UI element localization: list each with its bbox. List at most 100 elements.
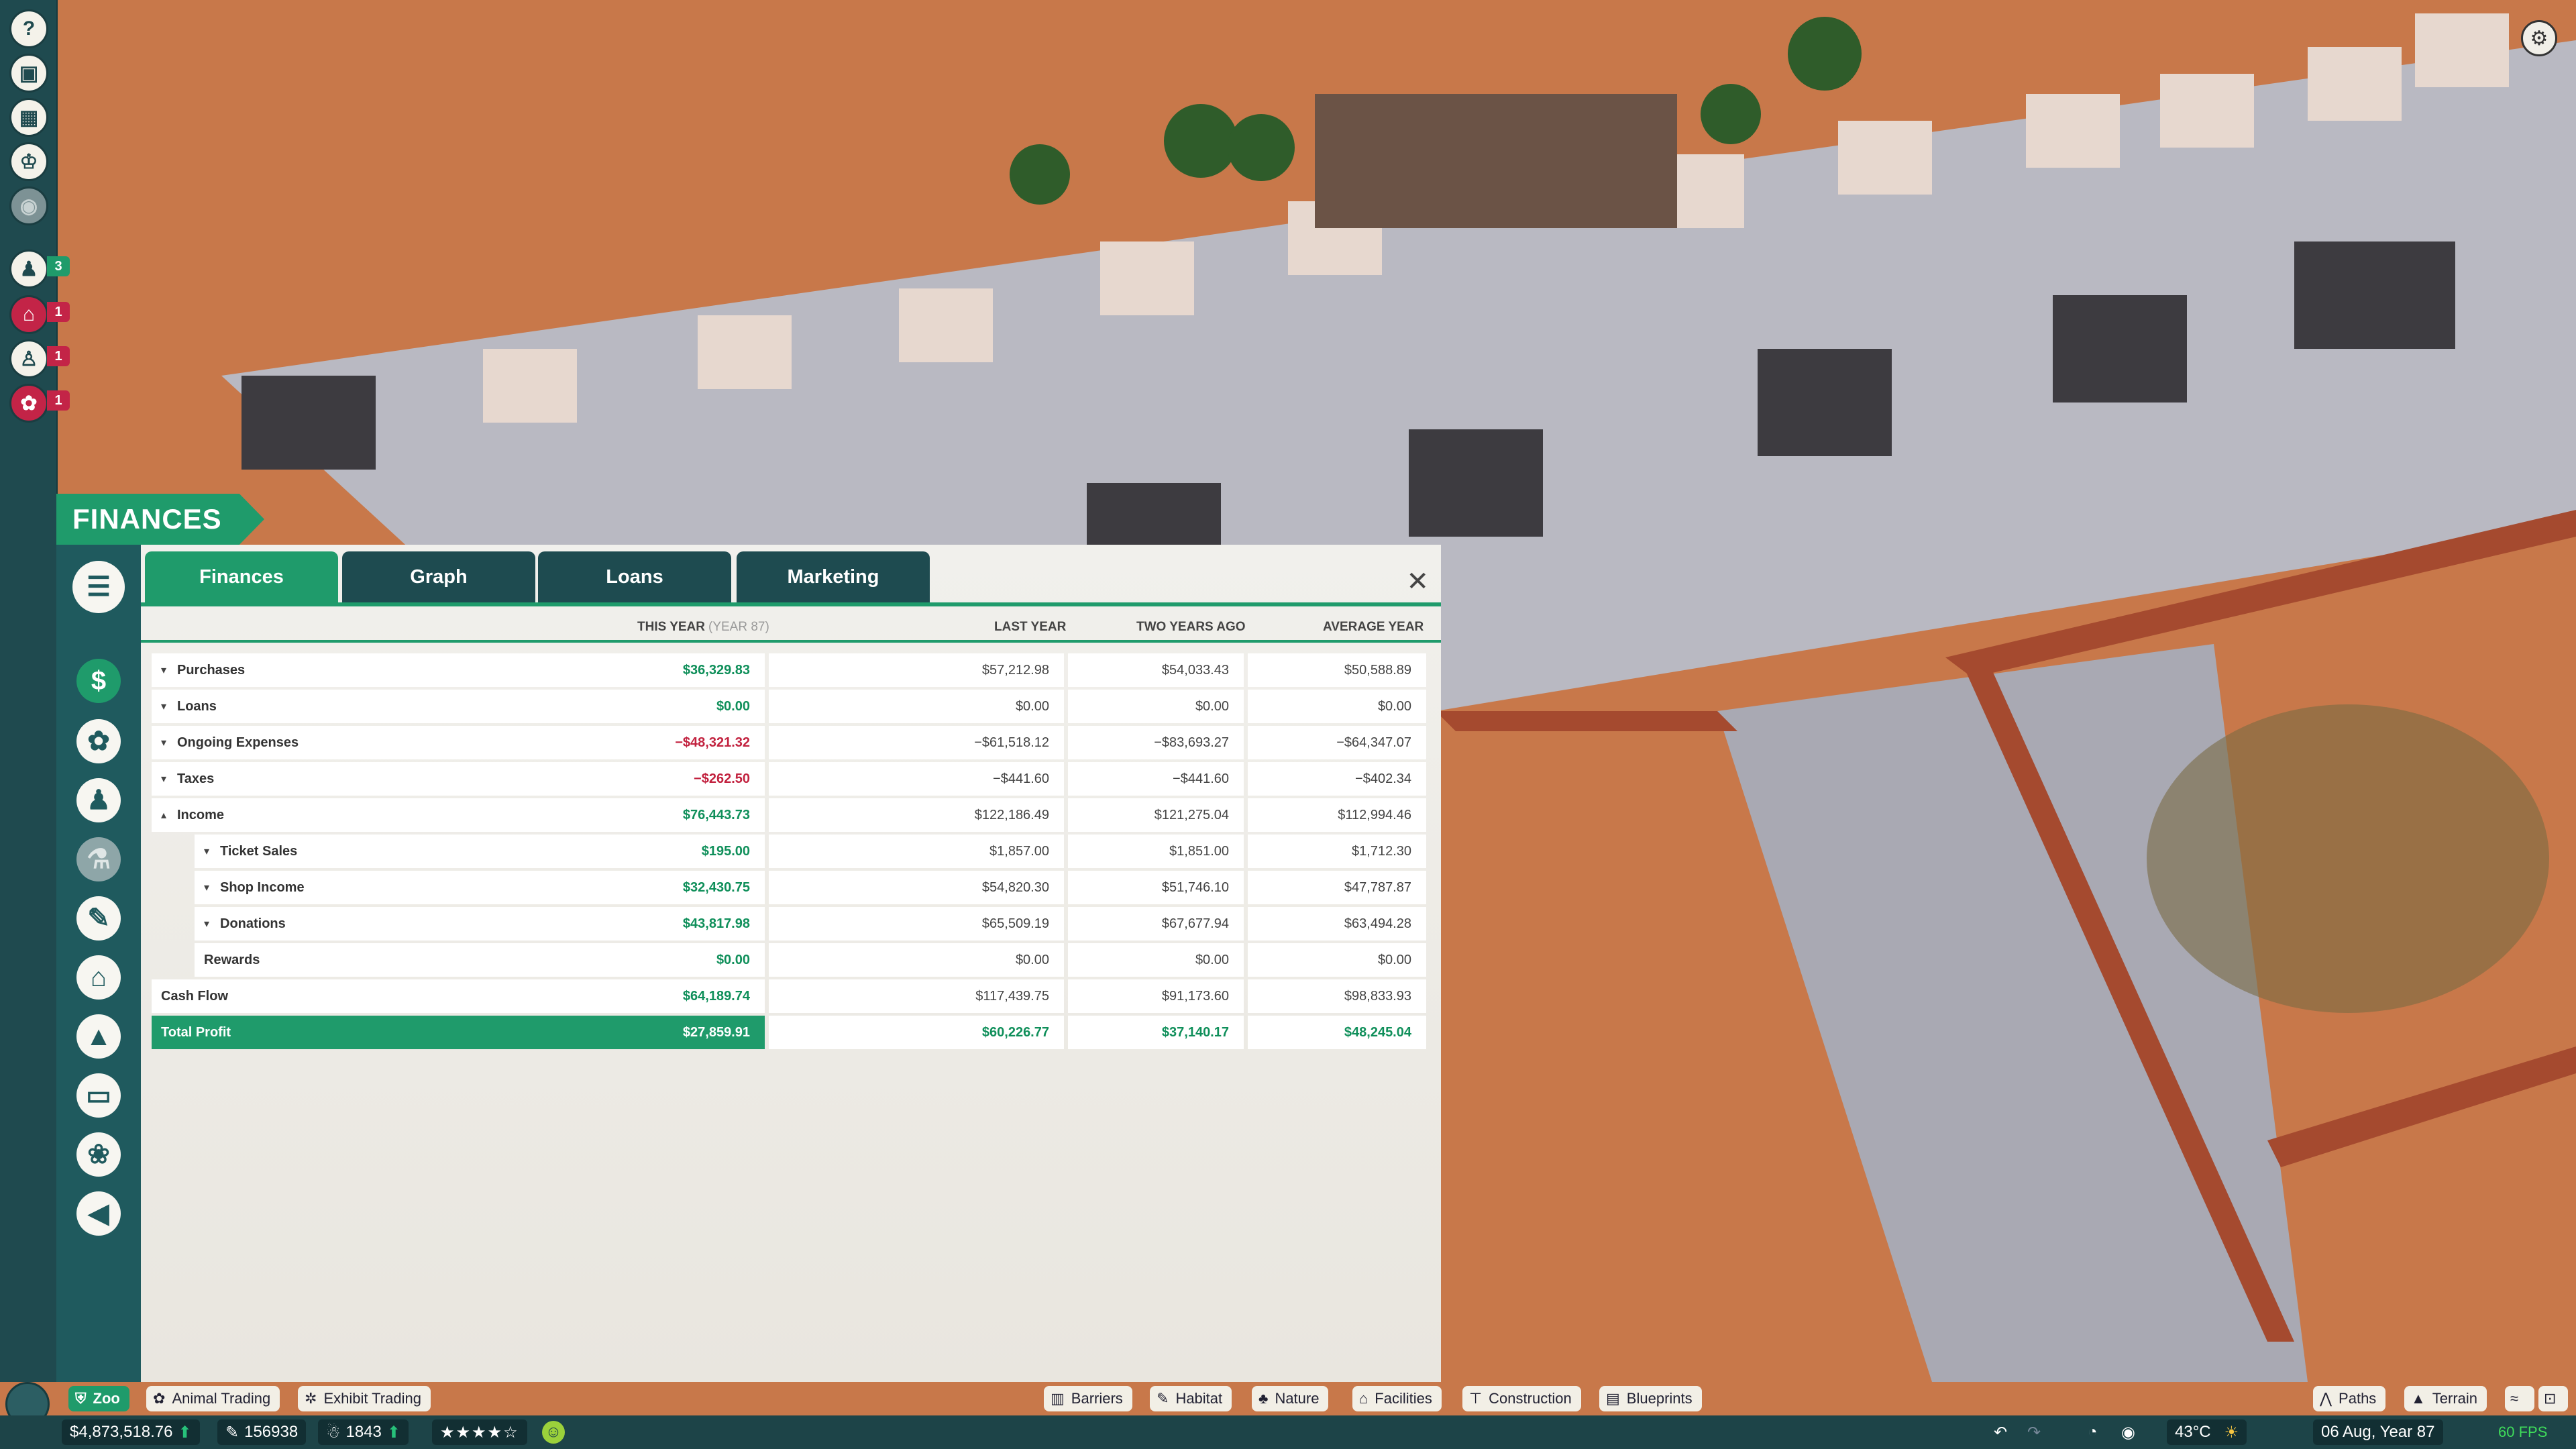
staff-alert-icon[interactable]: ♟ [9, 250, 48, 288]
construction-button[interactable]: ⊤ Construction [1462, 1386, 1581, 1411]
guests-display[interactable]: ☃ 1843 ⬆ [318, 1419, 409, 1445]
close-icon[interactable]: ✕ [1406, 566, 1429, 597]
finances-money-icon[interactable]: $ [76, 659, 121, 703]
barriers-button[interactable]: ▥ Barriers [1044, 1386, 1132, 1411]
average-year-value: $48,245.04 [1248, 1016, 1426, 1049]
transport-icon[interactable]: ▭ [76, 1073, 121, 1118]
happy-face-icon[interactable]: ☺ [542, 1419, 565, 1445]
expand-caret-icon[interactable]: ▾ [161, 736, 177, 749]
finances-window-title: FINANCES [56, 494, 264, 545]
settings-gear-icon[interactable]: ⚙ [2521, 20, 2557, 56]
education-icon[interactable]: ▲ [76, 1014, 121, 1059]
water-tool-button[interactable]: ≈ [2505, 1386, 2534, 1411]
two-years-ago-value: $121,275.04 [1068, 798, 1244, 832]
facilities-button[interactable]: ⌂ Facilities [1352, 1386, 1442, 1411]
habitat-button[interactable]: ✎ Habitat [1150, 1386, 1232, 1411]
path-icon: ⋀ [2320, 1390, 2332, 1407]
two-years-ago-value: $1,851.00 [1068, 835, 1244, 868]
this-year-value: $27,859.91 [682, 1024, 750, 1040]
expand-caret-icon[interactable]: ▾ [161, 663, 177, 677]
tab-graph[interactable]: Graph [342, 551, 535, 602]
nature-label: Nature [1275, 1390, 1320, 1407]
table-row-total-profit: Total Profit $27,859.91 $60,226.77 $37,14… [152, 1016, 1426, 1049]
staff-alert-count: 3 [47, 256, 70, 276]
table-row-ticket-sales[interactable]: ▾ Ticket Sales $195.00 $1,857.00 $1,851.00… [152, 835, 1426, 868]
exhibit-trading-button[interactable]: ✲ Exhibit Trading [298, 1386, 431, 1411]
staff-icon[interactable]: ♟ [76, 778, 121, 822]
col-this-year: THIS YEAR [637, 620, 706, 634]
expand-caret-icon[interactable]: ▾ [161, 772, 177, 786]
management-sidebar: ☰ $ ✿ ♟ ⚗ ✎ ⌂ ▲ ▭ ❀ ◀ [56, 545, 141, 1382]
conservation-display[interactable]: ✎ 156938 [217, 1419, 307, 1445]
undo-icon[interactable]: ↶ [1986, 1419, 2015, 1445]
trophy-icon[interactable]: ♔ [9, 142, 48, 181]
expand-caret-icon[interactable]: ▾ [161, 700, 177, 713]
zoo-button[interactable]: ⛨ Zoo [68, 1386, 129, 1411]
conservation-icon[interactable]: ❀ [76, 1132, 121, 1177]
expand-caret-icon[interactable]: ▾ [204, 881, 220, 894]
shop-icon[interactable]: ⌂ [76, 955, 121, 1000]
animal-alert-icon[interactable]: ✿ [9, 384, 48, 423]
table-row-income[interactable]: ▴ Income $76,443.73 $122,186.49 $121,275.0… [152, 798, 1426, 832]
paw-icon: ✿ [153, 1390, 166, 1407]
zoo-rating-stars[interactable]: ★★★★☆ [432, 1419, 527, 1445]
fps-counter: 60 FPS [2498, 1424, 2548, 1440]
collapse-caret-icon[interactable]: ▴ [161, 808, 177, 822]
habitat-label: Habitat [1175, 1390, 1223, 1407]
animal-trading-label: Animal Trading [172, 1390, 271, 1407]
conservation-value: 156938 [244, 1423, 299, 1441]
table-row-loans[interactable]: ▾ Loans $0.00 $0.00 $0.00 $0.00 [152, 690, 1426, 723]
expand-caret-icon[interactable]: ▾ [204, 917, 220, 930]
table-row-purchases[interactable]: ▾ Purchases $36,329.83 $57,212.98 $54,033.… [152, 653, 1426, 687]
paw-icon[interactable]: ✿ [76, 719, 121, 763]
nature-button[interactable]: ♣ Nature [1252, 1386, 1329, 1411]
tab-loans[interactable]: Loans [538, 551, 731, 602]
last-year-value: $0.00 [769, 690, 1064, 723]
pause-icon[interactable]: ◉ [2113, 1419, 2143, 1445]
terrain-button[interactable]: ▲ Terrain [2404, 1386, 2487, 1411]
wrench-icon[interactable]: ✎ [76, 896, 121, 941]
this-year-value: $0.00 [716, 698, 750, 714]
last-year-value: $1,857.00 [769, 835, 1064, 868]
barriers-label: Barriers [1071, 1390, 1123, 1407]
time-speed-icon[interactable]: ◔ [2080, 1419, 2106, 1445]
facilities-icon: ⌂ [1359, 1390, 1368, 1407]
two-years-ago-value: $0.00 [1068, 690, 1244, 723]
redo-icon[interactable]: ↷ [2019, 1419, 2049, 1445]
tab-finances[interactable]: Finances [145, 551, 338, 602]
this-year-value: $32,430.75 [682, 879, 750, 895]
column-header: THIS YEAR (YEAR 87) LAST YEAR TWO YEARS … [141, 612, 1441, 641]
last-year-value: $60,226.77 [769, 1016, 1064, 1049]
calendar-icon[interactable]: ▦ [9, 98, 48, 137]
last-year-value: $117,439.75 [769, 979, 1064, 1013]
table-row-ongoing-expenses[interactable]: ▾ Ongoing Expenses −$48,321.32 −$61,518.12… [152, 726, 1426, 759]
row-label: Taxes [177, 771, 215, 786]
row-label: Purchases [177, 662, 246, 678]
animal-trading-button[interactable]: ✿ Animal Trading [146, 1386, 280, 1411]
tab-marketing[interactable]: Marketing [737, 551, 930, 602]
table-row-donations[interactable]: ▾ Donations $43,817.98 $65,509.19 $67,677.… [152, 907, 1426, 941]
expand-caret-icon[interactable]: ▾ [204, 845, 220, 858]
help-icon[interactable]: ? [9, 9, 48, 48]
arrow-up-icon: ⬆ [386, 1423, 401, 1442]
guidebook-icon[interactable]: ▣ [9, 54, 48, 93]
research-icon[interactable]: ⚗ [76, 837, 121, 881]
arrow-up-icon: ⬆ [178, 1423, 192, 1442]
facility-alert-icon[interactable]: ⌂ [9, 295, 48, 334]
two-years-ago-value: $51,746.10 [1068, 871, 1244, 904]
money-value: $4,873,518.76 [70, 1423, 173, 1441]
money-display[interactable]: $4,873,518.76 ⬆ [62, 1419, 200, 1445]
paths-button[interactable]: ⋀ Paths [2313, 1386, 2386, 1411]
table-row-shop-income[interactable]: ▾ Shop Income $32,430.75 $54,820.30 $51,74… [152, 871, 1426, 904]
speaker-icon[interactable]: ◀ [76, 1191, 121, 1236]
this-year-value: −$262.50 [694, 771, 750, 786]
window-title: FINANCES [72, 503, 222, 535]
exhibit-trading-label: Exhibit Trading [323, 1390, 421, 1407]
eye-icon[interactable]: ◉ [9, 186, 48, 225]
guest-alert-icon[interactable]: ♙ [9, 339, 48, 378]
col-this-year-suffix: (YEAR 87) [708, 620, 769, 634]
table-row-taxes[interactable]: ▾ Taxes −$262.50 −$441.60 −$441.60 −$402.3… [152, 762, 1426, 796]
clipboard-icon[interactable]: ☰ [72, 561, 125, 613]
camera-tool-button[interactable]: ⊡ [2538, 1386, 2568, 1411]
blueprints-button[interactable]: ▤ Blueprints [1599, 1386, 1702, 1411]
